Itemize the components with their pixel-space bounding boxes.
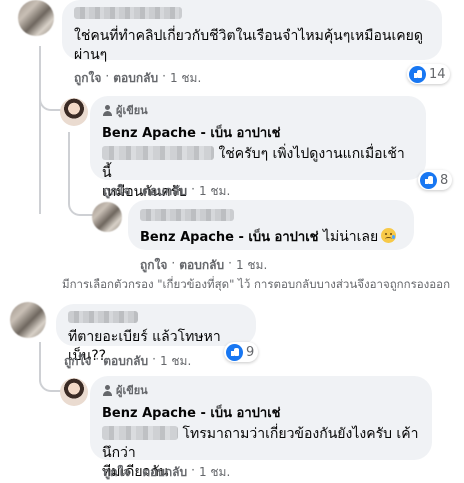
like-link[interactable]: ถูกใจ <box>140 256 167 275</box>
reply-bubble: Benz Apache - เบ็น อาปาเช่ ไม่น่าเลย <box>128 200 414 250</box>
avatar[interactable] <box>18 0 54 36</box>
reply-bubble: ผู้เขียน Benz Apache - เบ็น อาปาเช่ ใช่ค… <box>90 96 426 200</box>
reaction-count[interactable]: 9 <box>224 342 259 362</box>
timestamp[interactable]: 1 ชม. <box>199 463 230 482</box>
timestamp[interactable]: 1 ชม. <box>160 352 191 371</box>
like-reaction-icon <box>420 171 437 189</box>
commenter-name-redacted[interactable] <box>68 311 138 323</box>
like-link[interactable]: ถูกใจ <box>64 352 91 371</box>
comment-bubble: ใช่คนที่ทำคลิปเกี่ยวกับชีวิตในเรือนจำไหม… <box>62 0 442 63</box>
reply-link[interactable]: ตอบกลับ <box>179 256 224 275</box>
reply-actions: ถูกใจ · ตอบกลับ · 1 ชม. <box>103 463 230 482</box>
like-reaction-icon <box>226 343 243 361</box>
avatar[interactable] <box>92 202 122 232</box>
author-badge: ผู้เขียน <box>102 101 414 119</box>
timestamp[interactable]: 1 ชม. <box>236 256 267 275</box>
comment-actions: ถูกใจ · ตอบกลับ · 1 ชม. <box>64 352 191 371</box>
filter-notice: มีการเลือกตัวกรอง "เกี่ยวข้องที่สุด" ไว้… <box>62 277 451 291</box>
author-avatar[interactable] <box>60 98 88 126</box>
author-badge: ผู้เขียน <box>102 381 420 399</box>
commenter-name-redacted[interactable] <box>74 7 182 19</box>
thread-line <box>39 342 61 392</box>
like-reaction-icon <box>409 65 426 83</box>
reaction-count[interactable]: 8 <box>418 170 453 190</box>
like-link[interactable]: ถูกใจ <box>103 182 130 201</box>
commenter-name-redacted[interactable] <box>140 209 234 221</box>
reply-actions: ถูกใจ · ตอบกลับ · 1 ชม. <box>103 182 230 201</box>
reply-link[interactable]: ตอบกลับ <box>113 69 158 88</box>
reply-link[interactable]: ตอบกลับ <box>142 463 187 482</box>
timestamp[interactable]: 1 ชม. <box>170 69 201 88</box>
mention-redacted[interactable] <box>102 146 214 160</box>
mention-link[interactable]: Benz Apache - เบ็น อาปาเช่ <box>140 230 318 245</box>
reaction-count[interactable]: 14 <box>407 64 450 84</box>
author-icon <box>102 384 113 396</box>
reply-actions: ถูกใจ · ตอบกลับ · 1 ชม. <box>140 256 267 275</box>
like-link[interactable]: ถูกใจ <box>74 69 101 88</box>
like-link[interactable]: ถูกใจ <box>103 463 130 482</box>
comment-bubble: ทีตายอะเบียร์ แล้วโทษหาเบ็น?? <box>56 304 256 364</box>
reply-author[interactable]: Benz Apache - เบ็น อาปาเช่ <box>102 122 414 143</box>
reply-bubble: ผู้เขียน Benz Apache - เบ็น อาปาเช่ โทรม… <box>90 376 432 480</box>
reply-link[interactable]: ตอบกลับ <box>142 182 187 201</box>
reply-link[interactable]: ตอบกลับ <box>103 352 148 371</box>
thread-line <box>39 110 41 214</box>
author-icon <box>102 104 113 116</box>
timestamp[interactable]: 1 ชม. <box>199 182 230 201</box>
comment-text: ใช่คนที่ทำคลิปเกี่ยวกับชีวิตในเรือนจำไหม… <box>74 28 423 63</box>
thread-connector <box>39 84 61 111</box>
comment-actions: ถูกใจ · ตอบกลับ · 1 ชม. <box>74 69 201 88</box>
reply-text: Benz Apache - เบ็น อาปาเช่ ไม่น่าเลย <box>140 228 402 247</box>
avatar[interactable] <box>10 302 46 338</box>
author-avatar[interactable] <box>60 378 88 406</box>
reply-author[interactable]: Benz Apache - เบ็น อาปาเช่ <box>102 402 420 423</box>
mention-redacted[interactable] <box>102 426 178 440</box>
sad-crying-emoji-icon <box>381 228 397 243</box>
